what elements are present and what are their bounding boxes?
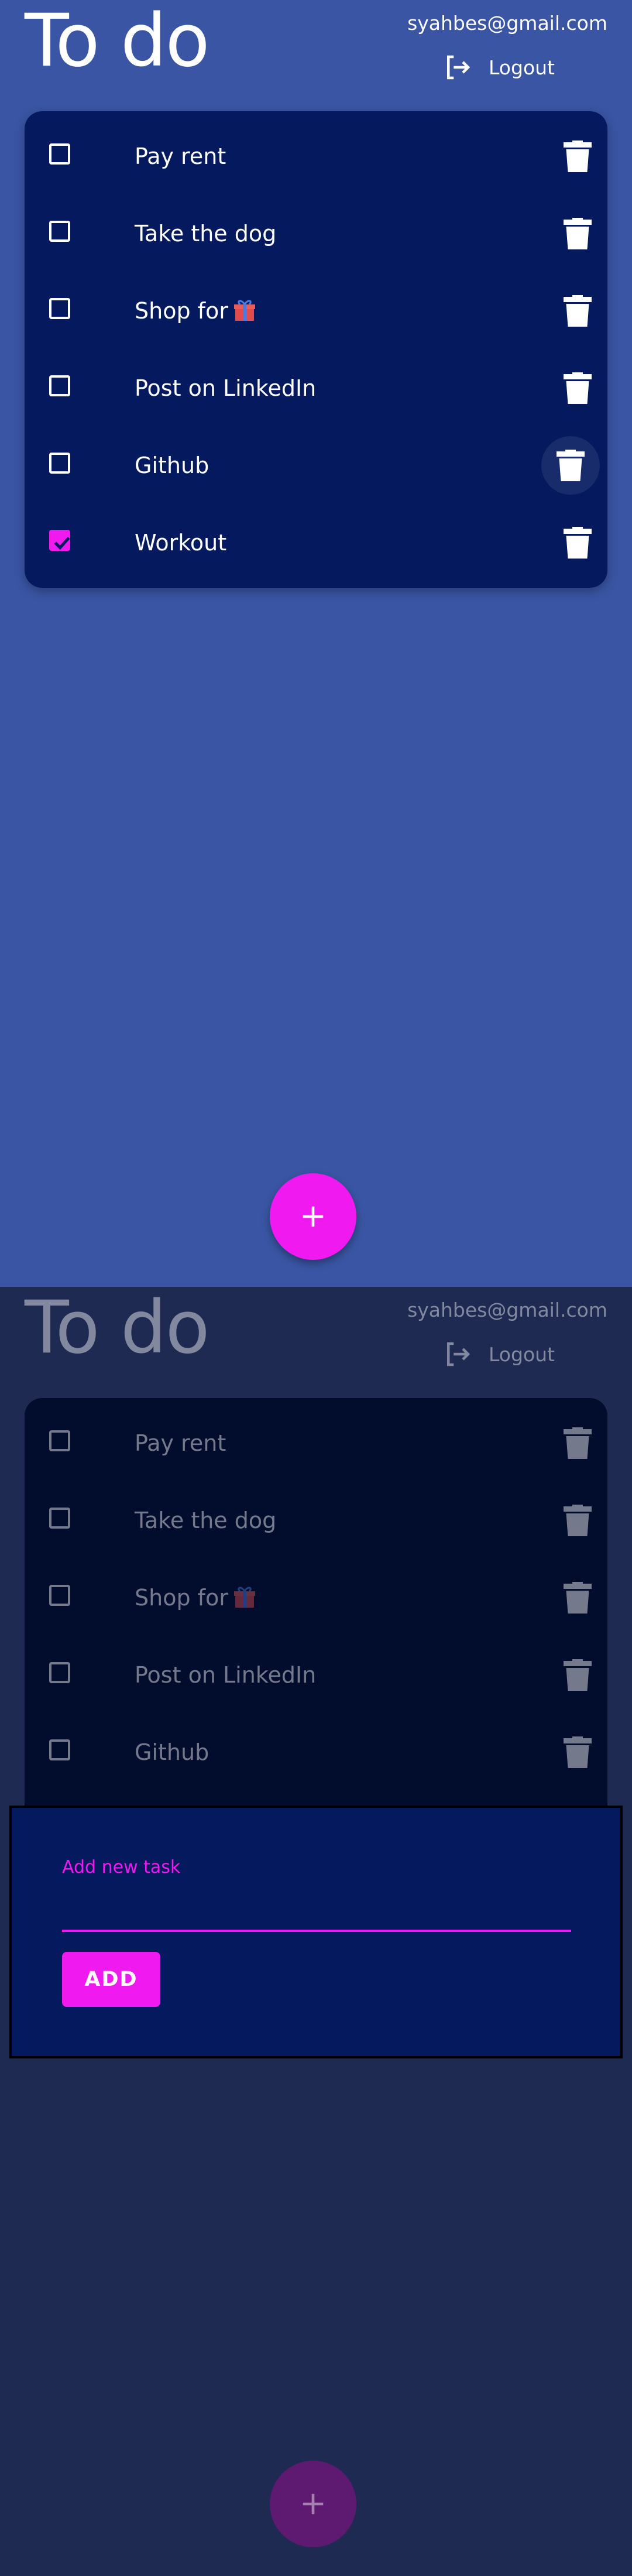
trash-icon	[564, 1582, 592, 1614]
gift-icon	[233, 1587, 255, 1608]
task-label: Take the dog	[135, 221, 277, 246]
trash-icon	[564, 1736, 592, 1768]
logout-icon	[447, 1342, 470, 1366]
delete-task-button[interactable]	[554, 210, 601, 257]
task-checkbox[interactable]	[49, 298, 70, 319]
delete-task-button[interactable]	[554, 1420, 601, 1467]
task-label: Post on LinkedIn	[135, 375, 317, 401]
task-item: Post on LinkedIn	[25, 1636, 607, 1714]
task-item: Shop for	[25, 1559, 607, 1636]
todo-screen: To do syahbes@gmail.com Logout Pay rent …	[0, 0, 632, 1287]
task-item: Post on LinkedIn	[25, 350, 607, 427]
task-item: Take the dog	[25, 195, 607, 272]
delete-task-button[interactable]	[554, 1574, 601, 1621]
task-item: Workout	[25, 504, 607, 581]
task-item: Take the dog	[25, 1482, 607, 1559]
trash-icon	[564, 295, 592, 327]
task-label: Shop for	[135, 272, 256, 350]
user-email: syahbes@gmail.com	[407, 1299, 607, 1321]
delete-task-button[interactable]	[554, 133, 601, 180]
task-checkbox[interactable]	[49, 1739, 70, 1760]
logout-label: Logout	[489, 56, 555, 79]
add-task-dialog: Add new task ADD	[9, 1806, 623, 2058]
add-task-fab[interactable]	[270, 1173, 356, 1260]
task-label: Workout	[135, 530, 227, 556]
task-label: Shop for	[135, 1559, 256, 1636]
task-item: Github	[25, 427, 607, 504]
todo-screen-dialog: To do syahbes@gmail.com Logout Pay rent …	[0, 1287, 632, 2576]
delete-task-button[interactable]	[554, 287, 601, 334]
logout-label: Logout	[489, 1342, 555, 1366]
trash-icon	[564, 218, 592, 249]
trash-icon	[564, 1659, 592, 1691]
task-item: Github	[25, 1714, 607, 1791]
page-title: To do	[25, 1287, 210, 1370]
delete-task-button[interactable]	[554, 1729, 601, 1776]
task-checkbox[interactable]	[49, 1585, 70, 1606]
delete-task-button[interactable]	[554, 519, 601, 566]
trash-icon	[564, 527, 592, 559]
task-label-text: Shop for	[135, 298, 228, 324]
logout-button[interactable]: Logout	[442, 1338, 555, 1370]
task-label: Pay rent	[135, 1430, 226, 1456]
logout-icon	[447, 55, 470, 80]
add-button[interactable]: ADD	[62, 1952, 160, 2007]
task-label-text: Shop for	[135, 1585, 228, 1611]
plus-icon	[303, 1206, 324, 1227]
new-task-field-label: Add new task	[62, 1857, 181, 1878]
task-checkbox[interactable]	[49, 453, 70, 474]
logout-button[interactable]: Logout	[442, 52, 555, 83]
task-checkbox-checked[interactable]	[49, 530, 70, 551]
task-label: Post on LinkedIn	[135, 1662, 317, 1688]
task-label: Github	[135, 453, 209, 478]
check-icon	[54, 536, 70, 550]
page-title: To do	[25, 0, 210, 83]
delete-task-button[interactable]	[541, 436, 600, 495]
new-task-input[interactable]	[62, 1883, 571, 1932]
task-list: Pay rent Take the dog Shop for Post on L…	[25, 1398, 607, 1875]
trash-icon	[564, 372, 592, 404]
delete-task-button[interactable]	[554, 1652, 601, 1698]
task-list: Pay rent Take the dog Shop for Post on L…	[25, 111, 607, 588]
delete-task-button[interactable]	[554, 1497, 601, 1544]
task-item: Pay rent	[25, 1405, 607, 1482]
task-label: Take the dog	[135, 1508, 277, 1533]
user-email: syahbes@gmail.com	[407, 12, 607, 35]
task-label: Github	[135, 1739, 209, 1765]
delete-task-button[interactable]	[554, 365, 601, 412]
trash-icon	[564, 1505, 592, 1536]
task-checkbox[interactable]	[49, 143, 70, 165]
task-item: Shop for	[25, 272, 607, 350]
add-task-fab[interactable]	[270, 2461, 356, 2547]
task-checkbox[interactable]	[49, 1508, 70, 1529]
task-checkbox[interactable]	[49, 221, 70, 242]
plus-icon	[303, 2493, 324, 2515]
task-item: Pay rent	[25, 118, 607, 195]
trash-icon	[564, 1427, 592, 1459]
trash-icon	[564, 141, 592, 172]
task-checkbox[interactable]	[49, 1662, 70, 1683]
trash-icon	[557, 450, 585, 481]
gift-icon	[233, 300, 255, 321]
task-label: Pay rent	[135, 143, 226, 169]
task-checkbox[interactable]	[49, 375, 70, 396]
task-checkbox[interactable]	[49, 1430, 70, 1451]
